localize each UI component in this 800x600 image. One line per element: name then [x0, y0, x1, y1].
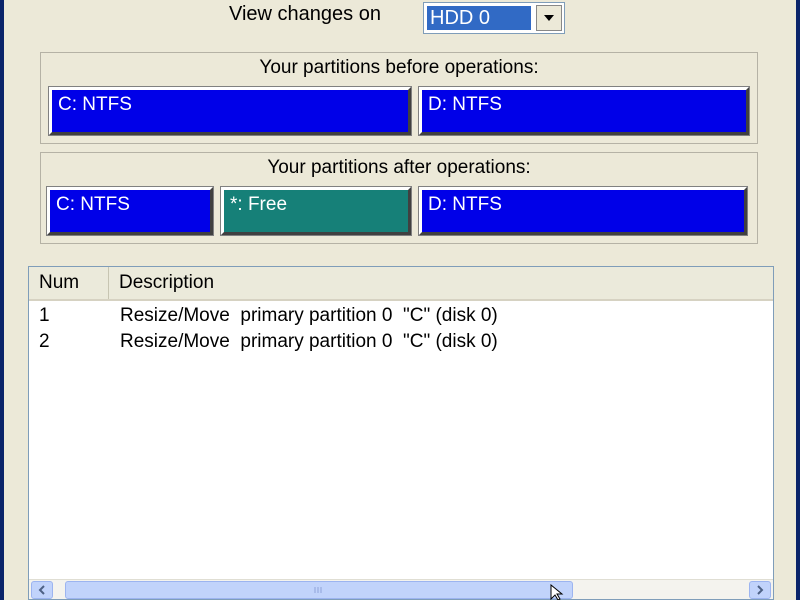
grip-icon [314, 587, 322, 593]
partition-before-c[interactable]: C: NTFS [48, 86, 412, 136]
partitions-after-group: Your partitions after operations: C: NTF… [40, 152, 758, 244]
horizontal-scrollbar[interactable] [29, 579, 773, 599]
view-changes-row: View changes on HDD 0 [0, 0, 800, 40]
chevron-down-icon [544, 15, 554, 21]
disk-select[interactable]: HDD 0 [423, 2, 565, 34]
partition-before-d[interactable]: D: NTFS [418, 86, 750, 136]
operations-list[interactable]: Num Description 1 Resize/Move primary pa… [28, 266, 774, 600]
table-row[interactable]: 1 Resize/Move primary partition 0 "C" (d… [29, 305, 773, 331]
partition-after-free[interactable]: *: Free [220, 186, 412, 236]
operations-list-header: Num Description [29, 267, 773, 301]
table-row[interactable]: 2 Resize/Move primary partition 0 "C" (d… [29, 331, 773, 357]
partition-after-d[interactable]: D: NTFS [418, 186, 748, 236]
window-left-border [0, 0, 4, 600]
dropdown-button[interactable] [536, 5, 562, 31]
scroll-right-button[interactable] [749, 581, 771, 599]
scroll-left-button[interactable] [31, 581, 53, 599]
scroll-thumb[interactable] [65, 581, 573, 599]
window-right-border [796, 0, 800, 600]
arrow-left-icon [38, 585, 45, 595]
row-num: 1 [39, 305, 50, 326]
row-description: Resize/Move primary partition 0 "C" (dis… [120, 305, 498, 326]
partitions-after-title: Your partitions after operations: [267, 157, 531, 178]
partition-operations-window: View changes on HDD 0 Your partitions be… [0, 0, 800, 600]
disk-select-value: HDD 0 [427, 6, 531, 30]
partitions-before-title: Your partitions before operations: [259, 57, 539, 78]
mouse-pointer-icon [550, 584, 564, 600]
view-changes-label: View changes on [229, 3, 381, 25]
arrow-right-icon [757, 585, 764, 595]
column-header-description[interactable]: Description [109, 267, 773, 299]
partition-after-c[interactable]: C: NTFS [46, 186, 214, 236]
partitions-before-group: Your partitions before operations: C: NT… [40, 52, 758, 144]
row-num: 2 [39, 331, 50, 352]
row-description: Resize/Move primary partition 0 "C" (dis… [120, 331, 498, 352]
column-header-num[interactable]: Num [29, 267, 109, 299]
